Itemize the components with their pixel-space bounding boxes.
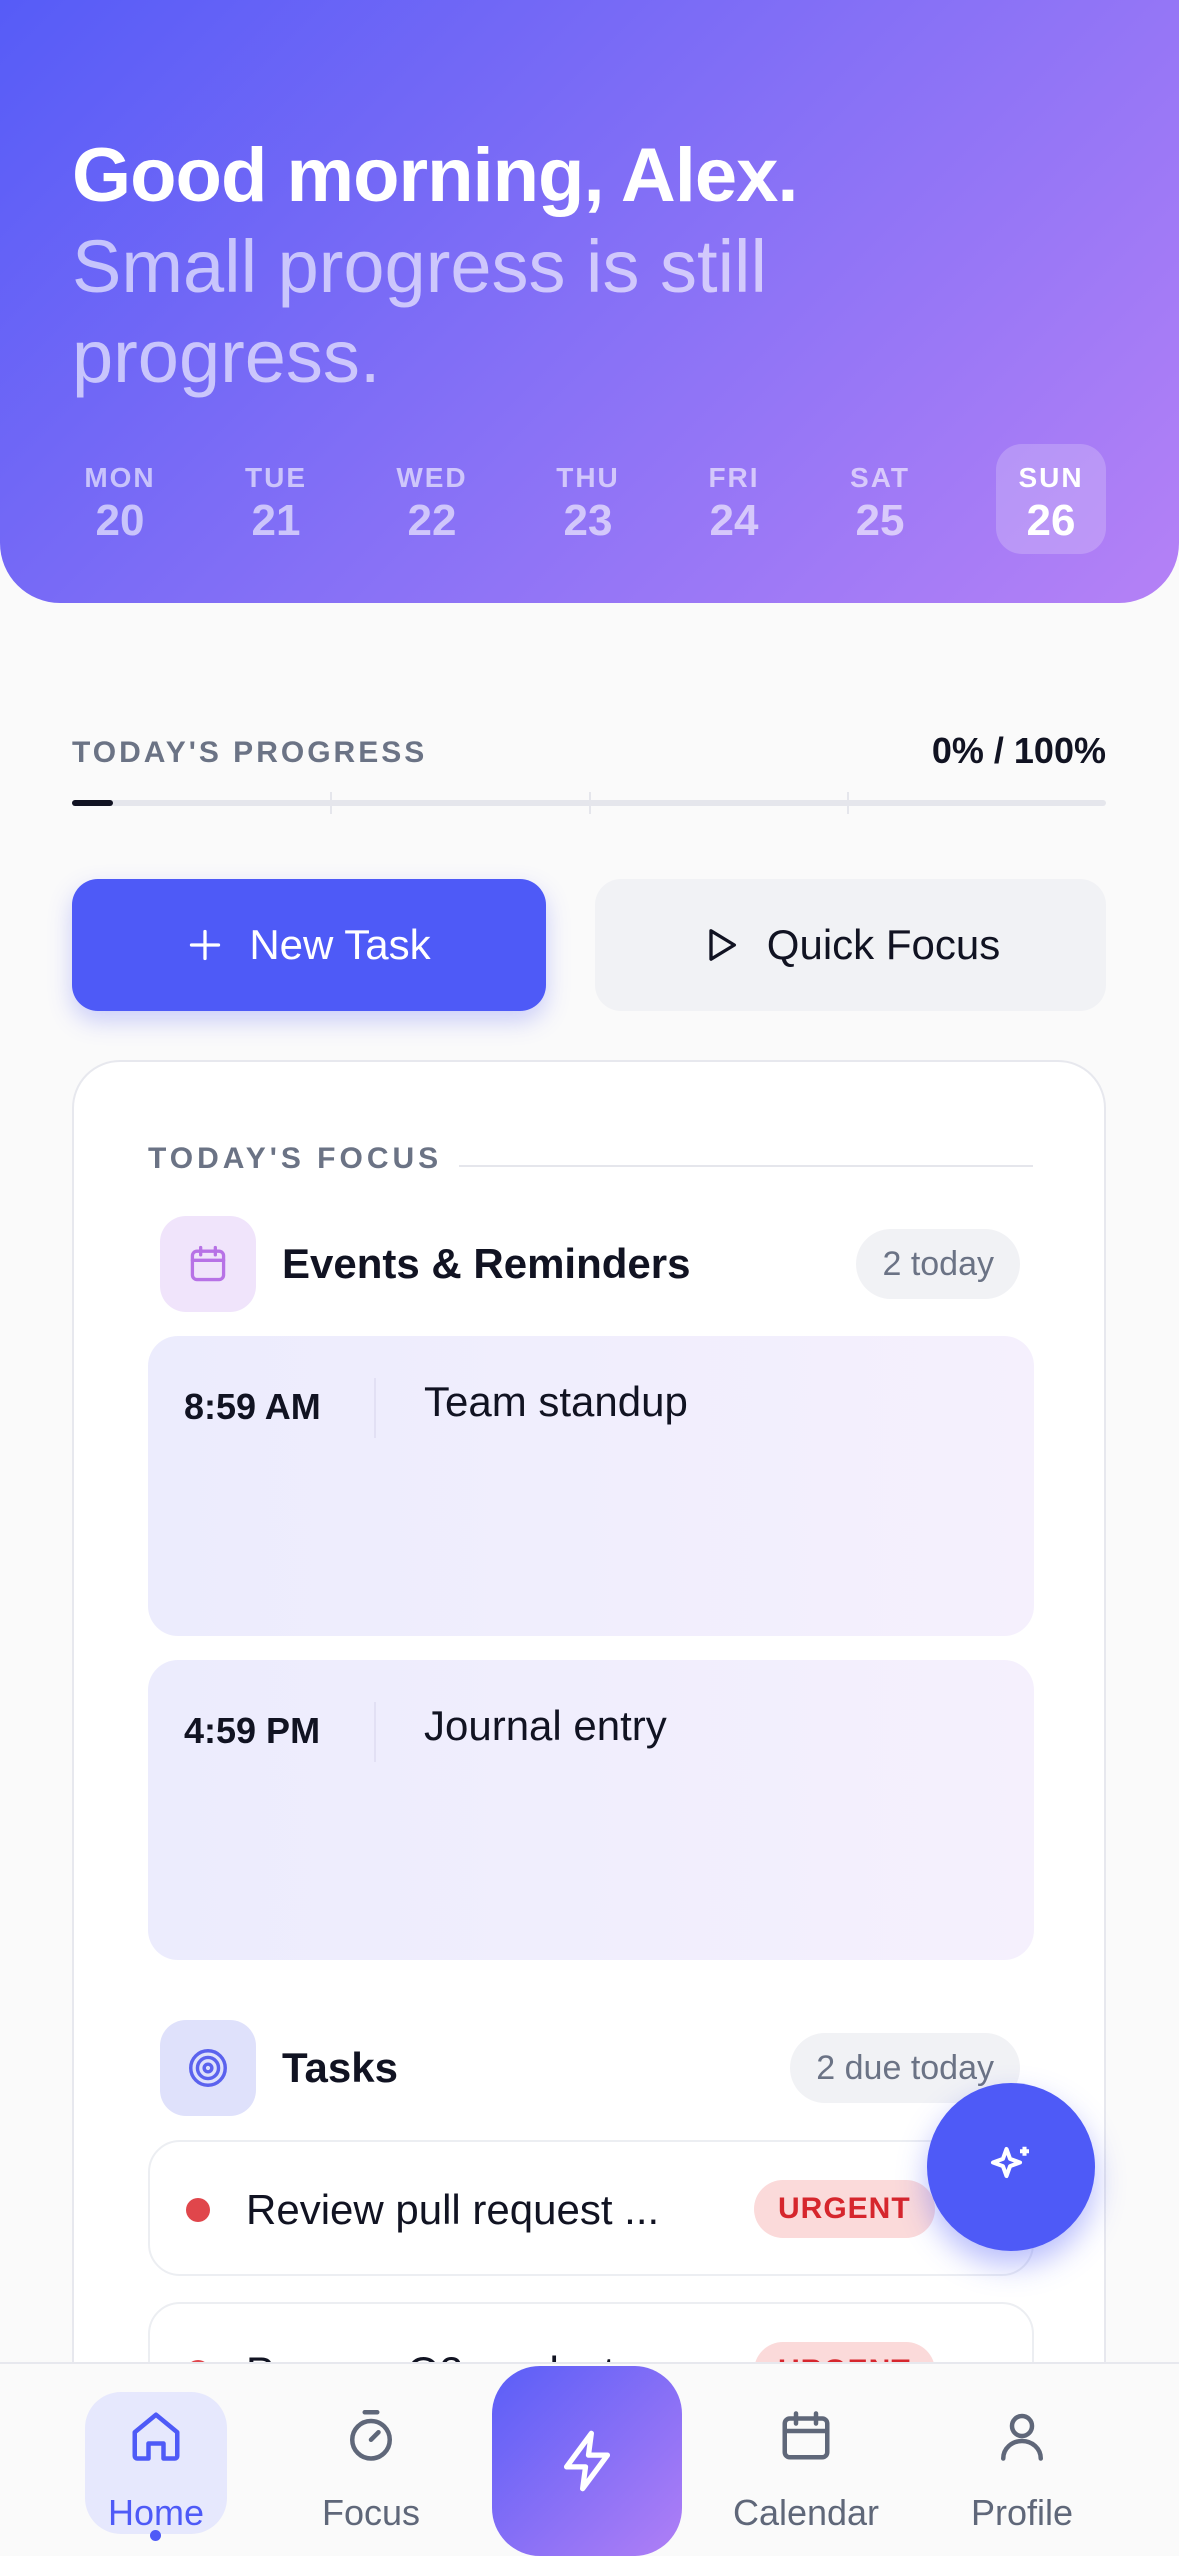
lightning-icon (563, 2430, 611, 2492)
week-strip: MON 20 TUE 21 WED 22 THU 23 FRI 24 SAT 25 SUN 2… (72, 444, 1106, 554)
events-group-header: Events & Reminders 2 today (160, 1216, 1020, 1312)
day-fri[interactable]: FRI 24 (679, 444, 789, 554)
events-count-badge: 2 today (856, 1229, 1020, 1299)
event-title: Team standup (424, 1378, 688, 1425)
progress-tick (847, 792, 849, 814)
tab-label: Profile (970, 2492, 1074, 2533)
todays-focus-card: TODAY'S FOCUS Events & Reminders 2 today… (72, 1060, 1106, 2556)
task-title: Review pull request ... (246, 2186, 660, 2233)
user-icon (1001, 2413, 1043, 2461)
day-number: 20 (95, 496, 145, 545)
progress-label: TODAY'S PROGRESS (72, 736, 428, 769)
timer-icon (350, 2410, 392, 2461)
divider (374, 1378, 376, 1438)
quick-focus-button[interactable]: Quick Focus (595, 879, 1106, 1011)
day-number: 23 (563, 496, 613, 545)
day-label: MON (84, 462, 156, 493)
day-number: 24 (709, 496, 759, 545)
tasks-group-header: Tasks 2 due today (160, 2020, 1020, 2116)
sparkle-icon (990, 2146, 1029, 2179)
tab-label: Focus (321, 2492, 421, 2533)
day-thu[interactable]: THU 23 (533, 444, 643, 554)
events-title: Events & Reminders (282, 1240, 691, 1287)
tab-label: Home (107, 2492, 205, 2533)
new-task-button[interactable]: New Task (72, 879, 546, 1011)
new-task-label: New Task (249, 921, 431, 968)
day-tue[interactable]: TUE 21 (221, 444, 331, 554)
task-item[interactable]: Review pull request ... URGENT (148, 2140, 1034, 2276)
progress-fill (72, 800, 114, 806)
divider (374, 1702, 376, 1762)
calendar-icon (782, 2411, 830, 2460)
play-icon (709, 929, 736, 961)
day-label: SAT (850, 462, 910, 493)
event-time: 8:59 AM (184, 1386, 321, 1427)
progress-tick (330, 792, 332, 814)
tab-label: Calendar (732, 2492, 880, 2533)
quick-action-button[interactable] (492, 2366, 682, 2556)
day-number: 22 (407, 496, 457, 545)
progress-tick (589, 792, 591, 814)
urgent-badge: URGENT (754, 2180, 935, 2238)
day-label: SUN (1018, 462, 1084, 493)
priority-dot (186, 2198, 210, 2222)
day-label: THU (556, 462, 620, 493)
event-title: Journal entry (424, 1702, 667, 1749)
tab-home[interactable]: Home (71, 2364, 241, 2556)
event-item[interactable]: 8:59 AM Team standup (148, 1336, 1034, 1636)
tab-calendar[interactable]: Calendar (721, 2364, 891, 2556)
target-icon (160, 2020, 256, 2116)
tab-focus[interactable]: Focus (286, 2364, 456, 2556)
tab-profile[interactable]: Profile (937, 2364, 1107, 2556)
motivational-subtitle: Small progress is still progress. (72, 225, 767, 398)
day-number: 25 (855, 496, 905, 545)
ai-assistant-button[interactable] (927, 2083, 1095, 2251)
section-title: TODAY'S FOCUS (148, 1142, 443, 1175)
day-label: FRI (708, 462, 760, 493)
progress-bar (72, 792, 1106, 814)
day-sat[interactable]: SAT 25 (825, 444, 935, 554)
header: Good morning, Alex. Small progress is st… (0, 0, 1179, 603)
event-time: 4:59 PM (184, 1710, 321, 1751)
day-label: WED (396, 462, 468, 493)
calendar-icon (160, 1216, 256, 1312)
day-sun-selected[interactable]: SUN 26 (996, 444, 1106, 554)
active-tab-dot (150, 2530, 161, 2541)
greeting: Good morning, Alex. (72, 133, 799, 218)
quick-focus-label: Quick Focus (766, 921, 1001, 968)
tasks-title: Tasks (282, 2044, 398, 2091)
day-number: 26 (1026, 496, 1076, 545)
divider (459, 1165, 1033, 1167)
day-wed[interactable]: WED 22 (377, 444, 487, 554)
plus-icon (190, 929, 221, 961)
progress-value: 0% / 100% (931, 730, 1106, 771)
event-item[interactable]: 4:59 PM Journal entry (148, 1660, 1034, 1960)
day-label: TUE (245, 462, 307, 493)
day-mon[interactable]: MON 20 (65, 444, 175, 554)
day-number: 21 (251, 496, 301, 545)
home-icon (132, 2412, 180, 2461)
